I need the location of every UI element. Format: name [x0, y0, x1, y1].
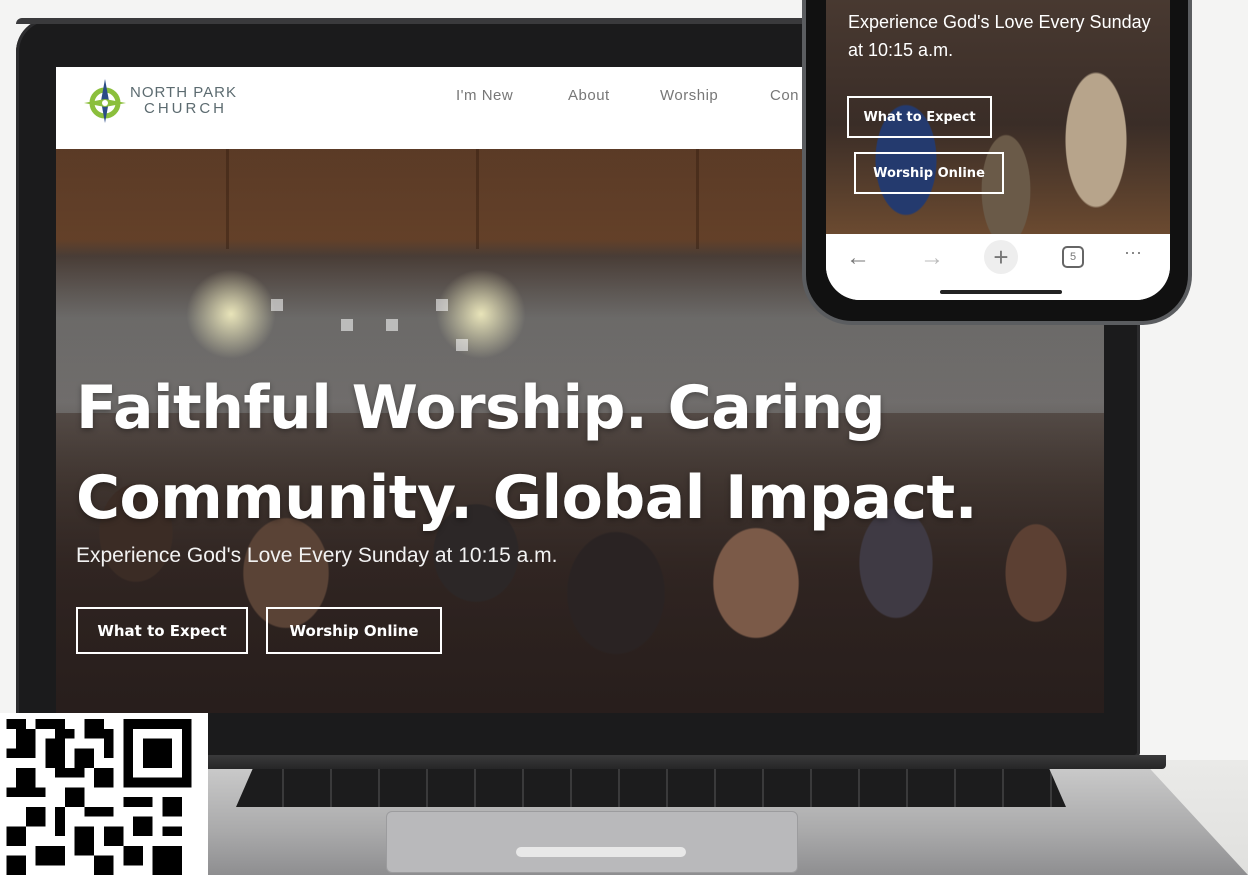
phone-frame: Experience God's Love Every Sunday at 10… — [802, 0, 1192, 325]
forward-arrow-icon[interactable]: → — [920, 244, 944, 272]
keyboard — [236, 769, 1066, 807]
phone-screen: Experience God's Love Every Sunday at 10… — [826, 0, 1170, 300]
compass-logo-icon — [84, 79, 126, 123]
logo-line2: CHURCH — [144, 100, 227, 117]
phone-hero-photo: Experience God's Love Every Sunday at 10… — [826, 0, 1170, 234]
worship-online-button[interactable]: Worship Online — [266, 607, 442, 654]
logo-wordmark: NORTH PARK CHURCH — [130, 85, 237, 117]
qr-code-icon — [6, 719, 192, 875]
nav-about[interactable]: About — [568, 87, 610, 107]
trackpad — [386, 811, 798, 873]
more-menu-icon[interactable]: ··· — [1124, 242, 1142, 263]
laptop-hinge — [126, 755, 1166, 769]
laptop-base — [26, 755, 1248, 875]
new-tab-icon[interactable]: + — [984, 240, 1018, 274]
tabs-count-icon[interactable]: 5 — [1062, 246, 1084, 268]
hero-title: Faithful Worship. Caring Community. Glob… — [76, 373, 978, 533]
back-arrow-icon[interactable]: ← — [846, 244, 870, 272]
nav-worship[interactable]: Worship — [660, 87, 718, 107]
phone-hero-subtitle: Experience God's Love Every Sunday at 10… — [848, 12, 1151, 60]
logo-line1: NORTH PARK — [130, 84, 237, 101]
phone-what-to-expect-button[interactable]: What to Expect — [847, 96, 992, 138]
nav-connect[interactable]: Con — [770, 87, 799, 107]
home-indicator — [940, 290, 1062, 294]
qr-code[interactable] — [0, 713, 208, 875]
phone-worship-online-button[interactable]: Worship Online — [854, 152, 1004, 194]
what-to-expect-button[interactable]: What to Expect — [76, 607, 248, 654]
nav-im-new[interactable]: I'm New — [456, 87, 513, 107]
laptop-latch — [516, 847, 686, 857]
church-logo[interactable]: NORTH PARK CHURCH — [82, 77, 272, 129]
hero-subtitle: Experience God's Love Every Sunday at 10… — [76, 544, 558, 567]
